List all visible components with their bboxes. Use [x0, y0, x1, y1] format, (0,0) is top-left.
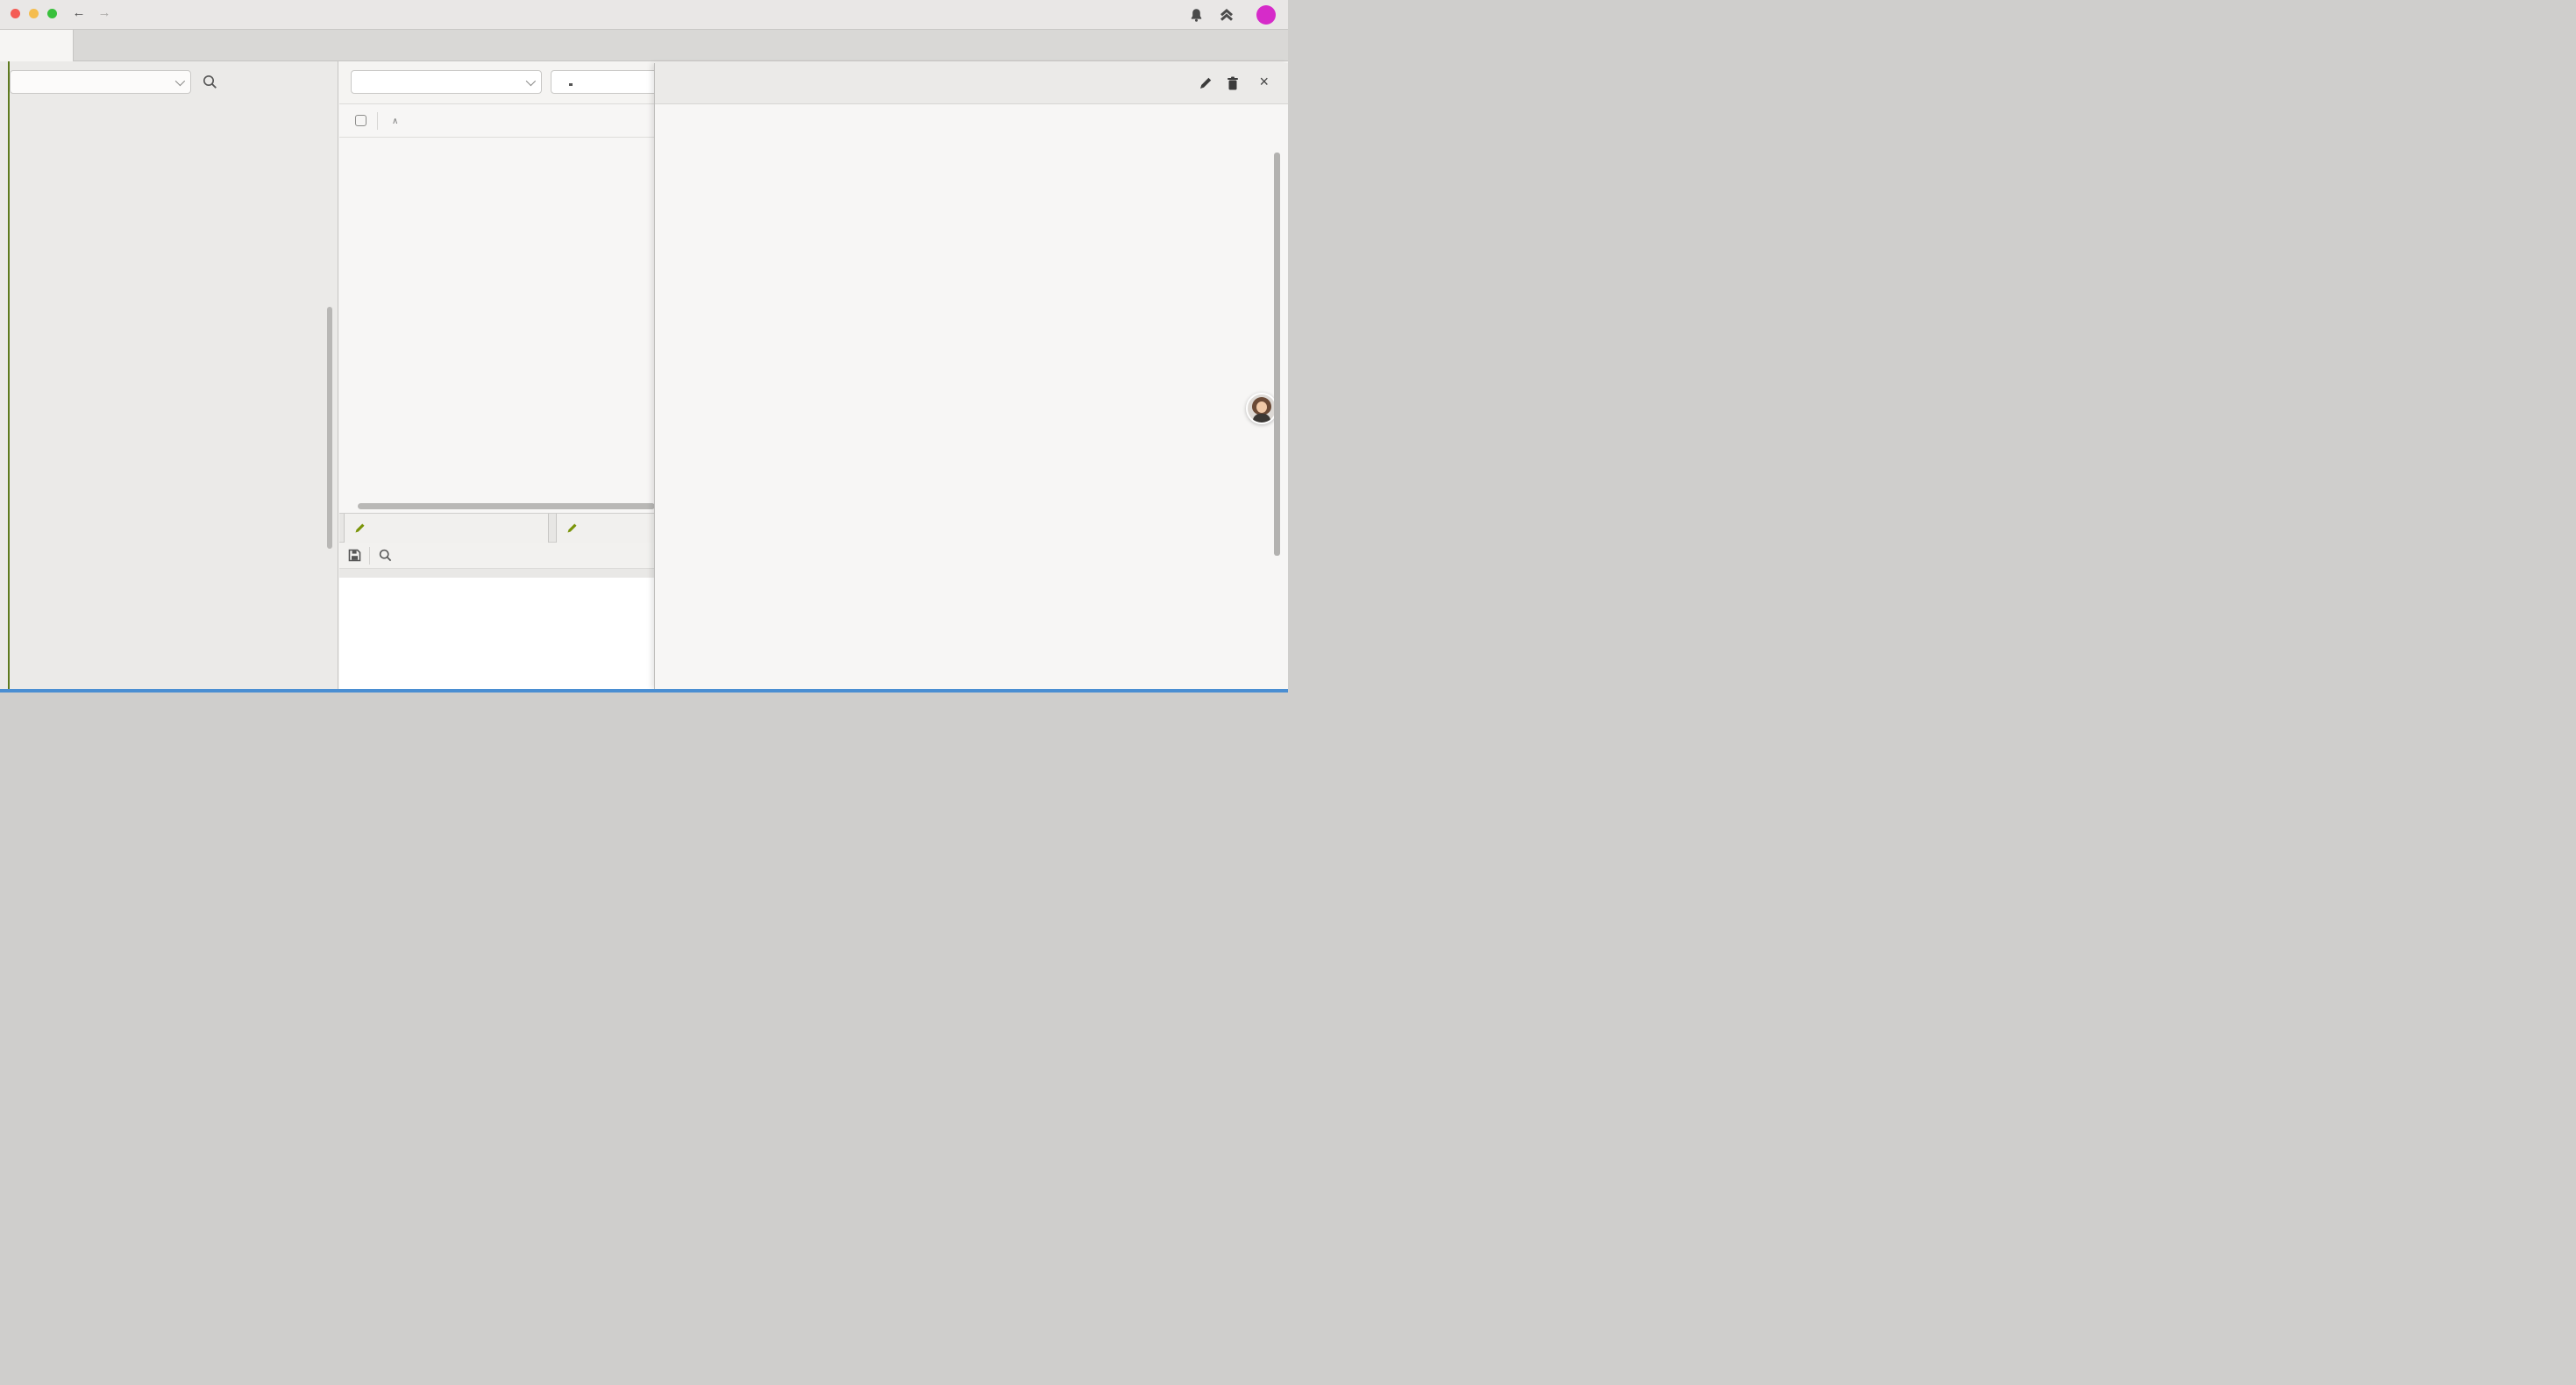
detail-body: [655, 105, 1288, 689]
dock-tab-prometheusrule[interactable]: [344, 514, 549, 543]
minimize-window-button[interactable]: [29, 9, 39, 18]
dock-tab-2[interactable]: [556, 514, 661, 543]
table-horizontal-scrollbar[interactable]: [358, 503, 655, 509]
sort-asc-icon: ∧: [392, 117, 398, 126]
notification-badge[interactable]: [1256, 5, 1276, 25]
column-header-name[interactable]: ∧: [384, 104, 398, 138]
kubeconfig-select[interactable]: [10, 70, 191, 94]
upgrade-icon: [1219, 9, 1235, 22]
sidebar-search-icon[interactable]: [203, 75, 217, 89]
chevron-down-icon: [175, 75, 185, 85]
upgrade-button[interactable]: [1219, 9, 1241, 22]
tab-navigator[interactable]: [0, 30, 74, 61]
back-button[interactable]: ←: [70, 5, 88, 20]
detail-header: ×: [655, 63, 1288, 104]
sidebar-scrollbar[interactable]: [327, 307, 332, 549]
titlebar: ← →: [0, 0, 1288, 30]
select-all-checkbox[interactable]: [355, 115, 366, 126]
app-window: ← →: [0, 0, 1288, 692]
tab-bar: [0, 30, 1288, 61]
edit-pencil-icon: [354, 522, 366, 534]
bell-icon[interactable]: [1190, 8, 1203, 23]
detail-scrollbar[interactable]: [1274, 153, 1280, 556]
editor-search-icon[interactable]: [370, 549, 400, 562]
cluster-accent-line: [8, 61, 10, 689]
chevron-down-icon: [526, 75, 536, 85]
close-panel-icon[interactable]: ×: [1259, 73, 1269, 91]
assistant-avatar[interactable]: [1246, 393, 1277, 424]
bottom-accent-bar: [0, 689, 1288, 692]
close-window-button[interactable]: [11, 9, 20, 18]
maximize-window-button[interactable]: [47, 9, 57, 18]
save-button[interactable]: [339, 549, 369, 562]
service-detail-panel: ×: [654, 63, 1288, 689]
regex-toggle[interactable]: [569, 75, 573, 89]
edit-pencil-icon: [566, 522, 578, 534]
header-divider: [377, 112, 378, 130]
delete-trash-icon[interactable]: [1227, 76, 1239, 90]
forward-button[interactable]: →: [96, 5, 113, 20]
navigator-sidebar: [0, 61, 338, 689]
namespace-select[interactable]: [351, 70, 542, 94]
edit-pencil-icon[interactable]: [1199, 76, 1213, 90]
